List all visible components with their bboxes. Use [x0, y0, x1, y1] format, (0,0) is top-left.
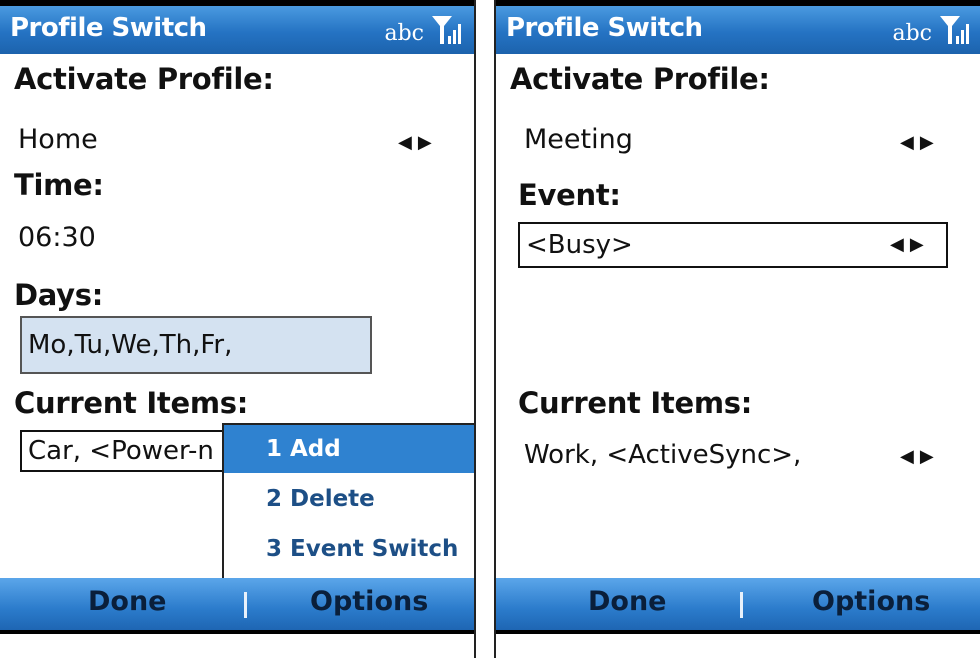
done-softkey[interactable]: Done — [588, 586, 667, 617]
left-right-arrows-icon[interactable]: ◀▶ — [398, 132, 438, 153]
days-label: Days: — [14, 278, 104, 312]
activate-profile-label: Activate Profile: — [510, 62, 770, 96]
event-field[interactable]: <Busy> ◀▶ — [518, 222, 948, 268]
done-softkey[interactable]: Done — [88, 586, 167, 617]
signal-strength-icon — [940, 16, 969, 44]
left-right-arrows-icon[interactable]: ◀▶ — [890, 224, 930, 266]
event-value: <Busy> — [526, 230, 633, 260]
left-right-arrows-icon[interactable]: ◀▶ — [900, 446, 940, 467]
time-value[interactable]: 06:30 — [18, 222, 96, 253]
signal-strength-icon — [432, 16, 461, 44]
app-title: Profile Switch — [10, 13, 207, 43]
softkey-bar: Done Options — [0, 578, 474, 634]
softkey-divider — [740, 592, 743, 618]
menu-item-add[interactable]: 1 Add — [224, 425, 474, 473]
right-phone-screen: Profile Switch abc Activate Profile: Mee… — [494, 0, 980, 658]
title-bar: Profile Switch abc — [0, 0, 474, 54]
softkey-bar: Done Options — [496, 578, 980, 634]
current-items-field[interactable]: Car, <Power-n — [20, 430, 230, 472]
current-items-value[interactable]: Work, <ActiveSync>, — [524, 440, 801, 470]
menu-item-event-switch[interactable]: 3 Event Switch — [224, 525, 474, 573]
left-phone-screen: Profile Switch abc Activate Profile: Hom… — [0, 0, 476, 658]
current-items-label: Current Items: — [14, 386, 249, 420]
days-field[interactable]: Mo,Tu,We,Th,Fr, — [20, 316, 372, 374]
app-title: Profile Switch — [506, 13, 703, 43]
current-items-label: Current Items: — [518, 386, 753, 420]
activate-profile-value[interactable]: Meeting — [524, 124, 633, 155]
options-softkey[interactable]: Options — [812, 586, 930, 617]
input-mode-indicator: abc — [892, 21, 932, 46]
title-bar: Profile Switch abc — [496, 0, 980, 54]
left-right-arrows-icon[interactable]: ◀▶ — [900, 132, 940, 153]
menu-item-delete[interactable]: 2 Delete — [224, 475, 474, 523]
event-label: Event: — [518, 178, 621, 212]
activate-profile-label: Activate Profile: — [14, 62, 274, 96]
input-mode-indicator: abc — [384, 21, 424, 46]
options-menu: 1 Add 2 Delete 3 Event Switch — [222, 423, 474, 579]
softkey-divider — [244, 592, 247, 618]
options-softkey[interactable]: Options — [310, 586, 428, 617]
activate-profile-value[interactable]: Home — [18, 124, 98, 155]
time-label: Time: — [14, 168, 104, 202]
